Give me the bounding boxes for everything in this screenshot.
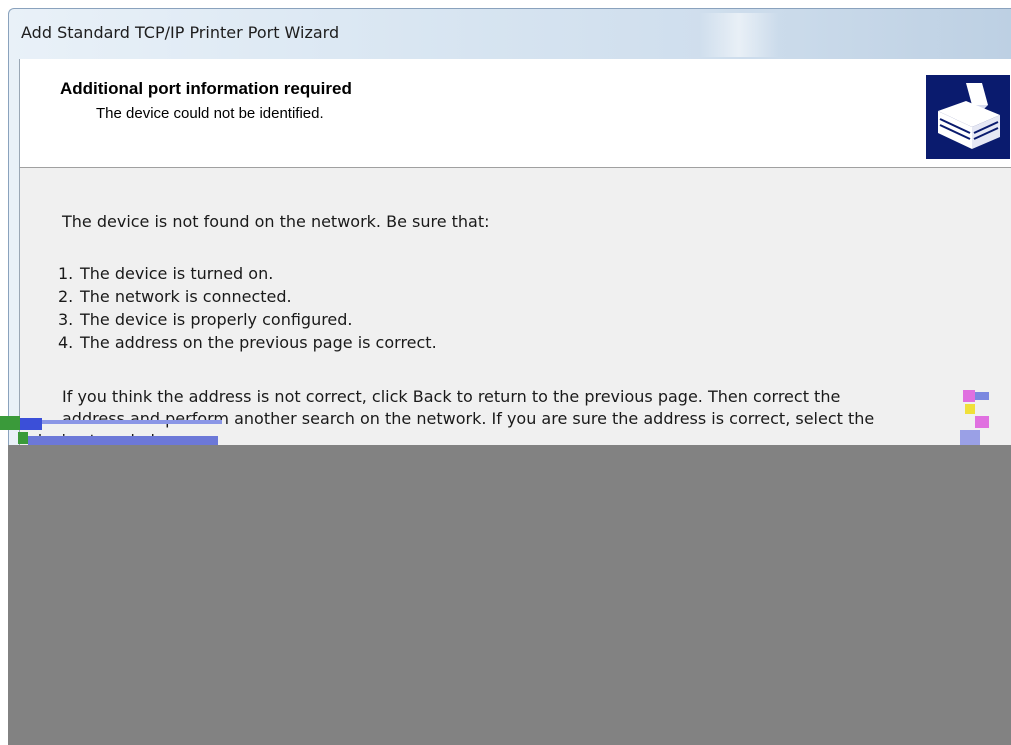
checklist-text: The address on the previous page is corr… (80, 333, 437, 352)
help-paragraph-line: address and perform another search on th… (62, 409, 875, 428)
glitch-artifact (975, 392, 989, 400)
printer-wizard-icon (926, 75, 1010, 159)
checklist-text: The network is connected. (80, 287, 292, 306)
checklist-number: 3. (58, 310, 74, 329)
checklist-item: 3. The device is properly configured. (58, 310, 353, 329)
checklist-number: 2. (58, 287, 74, 306)
screen: Add Standard TCP/IP Printer Port Wizard … (0, 0, 1011, 745)
glitch-artifact (28, 436, 218, 445)
checklist-item: 1. The device is turned on. (58, 264, 273, 283)
window-title: Add Standard TCP/IP Printer Port Wizard (21, 23, 340, 42)
checklist-item: 2. The network is connected. (58, 287, 292, 306)
not-found-message: The device is not found on the network. … (62, 212, 490, 231)
glitch-artifact (18, 432, 28, 444)
title-bar[interactable]: Add Standard TCP/IP Printer Port Wizard (9, 9, 1011, 59)
help-paragraph-line: If you think the address is not correct,… (62, 387, 841, 406)
glitch-artifact (963, 390, 975, 402)
checklist-text: The device is turned on. (80, 264, 274, 283)
glitch-artifact (975, 416, 989, 428)
glitch-artifact (965, 404, 975, 414)
glitch-artifact (42, 420, 222, 424)
page-title: Additional port information required (60, 79, 352, 98)
checklist-text: The device is properly configured. (80, 310, 353, 329)
checklist-item: 4. The address on the previous page is co… (58, 333, 437, 352)
glitch-artifact (20, 418, 42, 430)
corrupted-region (8, 445, 1011, 745)
printer-glyph (938, 83, 1000, 149)
title-bar-glow (699, 13, 779, 57)
glitch-artifact (960, 430, 980, 445)
checklist-number: 4. (58, 333, 74, 352)
wizard-header: Additional port information required The… (19, 59, 1011, 168)
checklist-number: 1. (58, 264, 74, 283)
page-subtitle: The device could not be identified. (96, 105, 324, 122)
glitch-artifact (0, 416, 20, 430)
